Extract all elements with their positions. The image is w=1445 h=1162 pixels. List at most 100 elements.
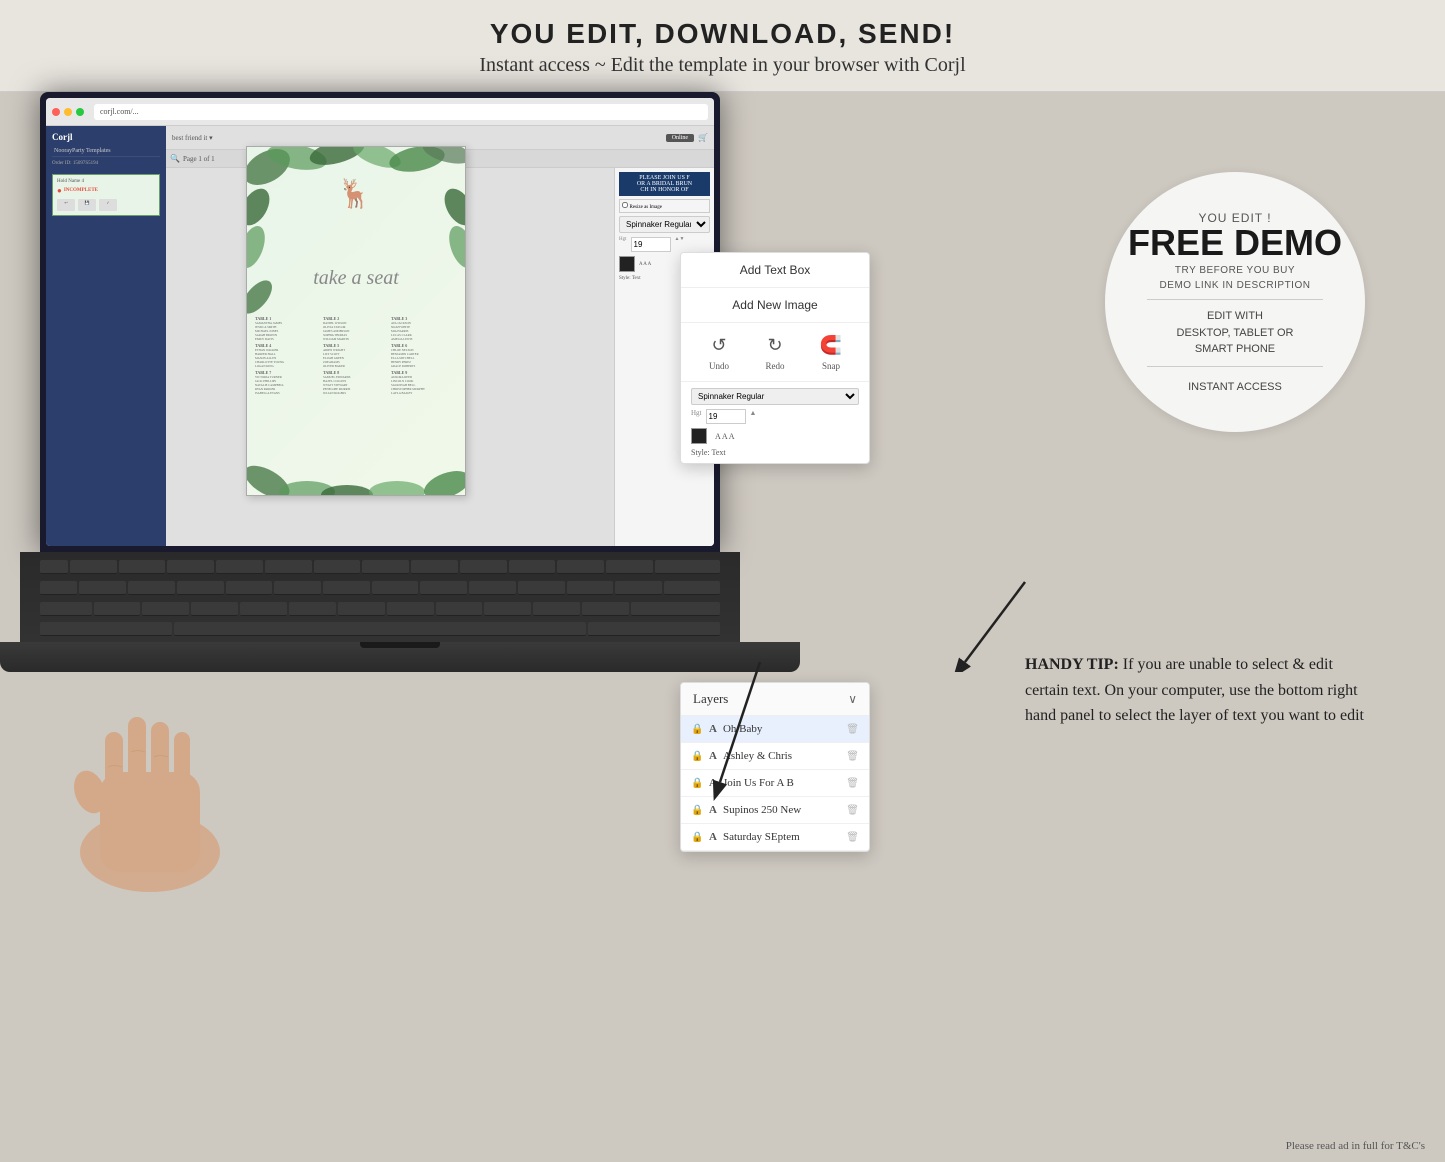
snap-tool[interactable]: 🧲 Snap [819,333,843,371]
resize-checkbox[interactable] [622,202,628,208]
banner-title: YOU EDIT, DOWNLOAD, SEND! [0,18,1445,50]
layer-delete-icon-2[interactable]: 🗑 [846,751,859,762]
browser-url: corjl.com/... [94,104,708,120]
toolbar-label: best friend it ▾ [172,134,213,142]
bridal-text: PLEASE JOIN US FOR A BRIDAL BRUNCH IN HO… [619,172,710,196]
layer-lock-icon-2: 🔒 [691,751,703,762]
text-color-swatch[interactable] [691,428,707,444]
canvas-table-4: TABLE 4 ETHAN WALKERHARPER HALLMASON ALL… [255,343,321,368]
layers-header: Layers ∨ [681,683,869,716]
layer-name-join-us: Join Us For A B [723,777,840,789]
layer-type-icon-4: A [709,804,717,816]
online-badge: Online [666,134,694,142]
browser-dot-red [52,108,60,116]
demo-divider-1 [1147,299,1323,300]
undo-tool[interactable]: ↺ Undo [707,333,731,371]
redo-tool[interactable]: ↻ Redo [763,333,787,371]
layer-type-icon-2: A [709,750,717,762]
style-text: Style: Text [691,448,859,457]
sidebar-btn-2[interactable]: 💾 [78,199,96,211]
add-text-box-button[interactable]: Add Text Box [681,253,869,288]
handy-tip: HANDY TIP: If you are unable to select &… [1025,652,1365,729]
layer-item-join-us[interactable]: 🔒 A Join Us For A B 🗑 [681,770,869,797]
layer-item-supinos[interactable]: 🔒 A Supinos 250 New 🗑 [681,797,869,824]
layer-delete-icon-1[interactable]: 🗑 [846,724,859,735]
canvas-table-9: TABLE 9 AURORA REEDLINCOLN COOKSAVANNAH … [391,370,457,395]
resize-image-check[interactable]: Resize as Image [619,199,710,213]
layers-chevron-icon[interactable]: ∨ [848,692,857,707]
demo-link: DEMO LINK IN DESCRIPTION [1160,280,1311,291]
handy-tip-text: HANDY TIP: If you are unable to select &… [1025,652,1365,729]
keyboard-row-4 [40,622,720,640]
main-area: corjl.com/... Corjl NoorayParty Template… [0,92,1445,1162]
laptop-base-notch [360,642,440,648]
browser-dot-yellow [64,108,72,116]
floating-panel: Add Text Box Add New Image ↺ Undo ↻ Redo… [680,252,870,464]
layer-delete-icon-4[interactable]: 🗑 [846,805,859,816]
order-status: INCOMPLETE [64,188,98,193]
demo-edit-with: EDIT WITHDESKTOP, TABLET ORSMART PHONE [1177,308,1294,358]
layers-title: Layers [693,691,728,707]
layer-name-ashley-chris: Ashley & Chris [723,750,840,762]
canvas-table-5: TABLE 5 AIDEN WRIGHTLILY SCOTTELIJAH GRE… [323,343,389,368]
canvas-table-1: TABLE 1 SAMANTHA JAMESJESSICA SMITHMICHA… [255,316,321,341]
hgt-input[interactable] [706,409,746,424]
layer-delete-icon-3[interactable]: 🗑 [846,778,859,789]
add-new-image-button[interactable]: Add New Image [681,288,869,323]
snap-label: Snap [822,361,840,371]
canvas-deer: 🦌 [337,177,372,211]
corjl-sidebar: Corjl NoorayParty Templates Order ID: 15… [46,126,166,546]
canvas-tables: TABLE 1 SAMANTHA JAMESJESSICA SMITHMICHA… [251,316,461,395]
demo-free-demo: FREE DEMO [1128,225,1342,261]
corjl-main: best friend it ▾ Online 🛒 🔍 Page 1 of 1 [166,126,714,546]
text-style-select[interactable]: Spinnaker Regular [691,388,859,405]
layer-type-icon-1: A [709,723,717,735]
order-label: Hold Name 4 [57,179,155,184]
hand-area [50,692,290,892]
layer-lock-icon-5: 🔒 [691,832,703,843]
canvas-table-7: TABLE 7 VICTORIA TURNERJACK PHILLIPSNATA… [255,370,321,395]
order-id: Order ID: 15097S5194 [52,161,160,166]
demo-try-before: TRY BEFORE YOU BUY [1175,265,1295,276]
canvas-take-a-seat: take a seat [247,267,465,290]
demo-divider-2 [1147,366,1323,367]
laptop-screen: corjl.com/... Corjl NoorayParty Template… [40,92,720,552]
browser-bar: corjl.com/... [46,98,714,126]
corjl-logo: Corjl [52,132,160,142]
laptop-keyboard [20,552,740,652]
banner-subtitle: Instant access ~ Edit the template in yo… [0,54,1445,77]
design-canvas: 🦌 take a seat TABLE 1 SAM [246,146,466,496]
layer-delete-icon-5[interactable]: 🗑 [846,832,859,843]
layer-name-oh-baby: Oh Baby [723,723,840,735]
corjl-brand: NoorayParty Templates [52,146,160,157]
free-demo-circle: YOU EDIT ! FREE DEMO TRY BEFORE YOU BUY … [1105,172,1365,432]
keyboard-row-2 [40,581,720,599]
font-select[interactable]: Spinnaker Regular [619,216,710,233]
layer-item-ashley-chris[interactable]: 🔒 A Ashley & Chris 🗑 [681,743,869,770]
laptop-base [0,642,800,672]
canvas-table-8: TABLE 8 SAMUEL EDWARDSHAZEL COLLINSWYATT… [323,370,389,395]
screen-inner: corjl.com/... Corjl NoorayParty Template… [46,98,714,546]
hand-svg [50,692,290,892]
keyboard-row-3 [40,602,720,620]
fp-tool-options: Spinnaker Regular Hgt ▲ A A A Style: Tex… [681,382,869,463]
sidebar-btn-1[interactable]: ↩ [57,199,75,211]
footer-credit: Please read ad in full for T&C's [1286,1140,1425,1152]
layers-panel: Layers ∨ 🔒 A Oh Baby 🗑 🔒 A Ashley & Chri… [680,682,870,852]
redo-label: Redo [766,361,785,371]
layer-lock-icon-1: 🔒 [691,724,703,735]
undo-icon: ↺ [707,333,731,357]
layer-type-icon-3: A [709,777,717,789]
layer-item-oh-baby[interactable]: 🔒 A Oh Baby 🗑 [681,716,869,743]
layer-name-saturday: Saturday SEptem [723,831,840,843]
canvas-table-2: TABLE 2 DANIEL WILSONOLIVIA TAYLORJAMES … [323,316,389,341]
color-swatch[interactable] [619,256,635,272]
zoom-in-icon[interactable]: 🔍 [170,154,180,163]
zoom-level: Page 1 of 1 [183,155,215,163]
layer-type-icon-5: A [709,831,717,843]
layer-item-saturday[interactable]: 🔒 A Saturday SEptem 🗑 [681,824,869,851]
layer-lock-icon-4: 🔒 [691,805,703,816]
sidebar-btn-3[interactable]: ✓ [99,199,117,211]
cart-icon[interactable]: 🛒 [698,133,708,142]
height-input[interactable] [631,237,671,252]
